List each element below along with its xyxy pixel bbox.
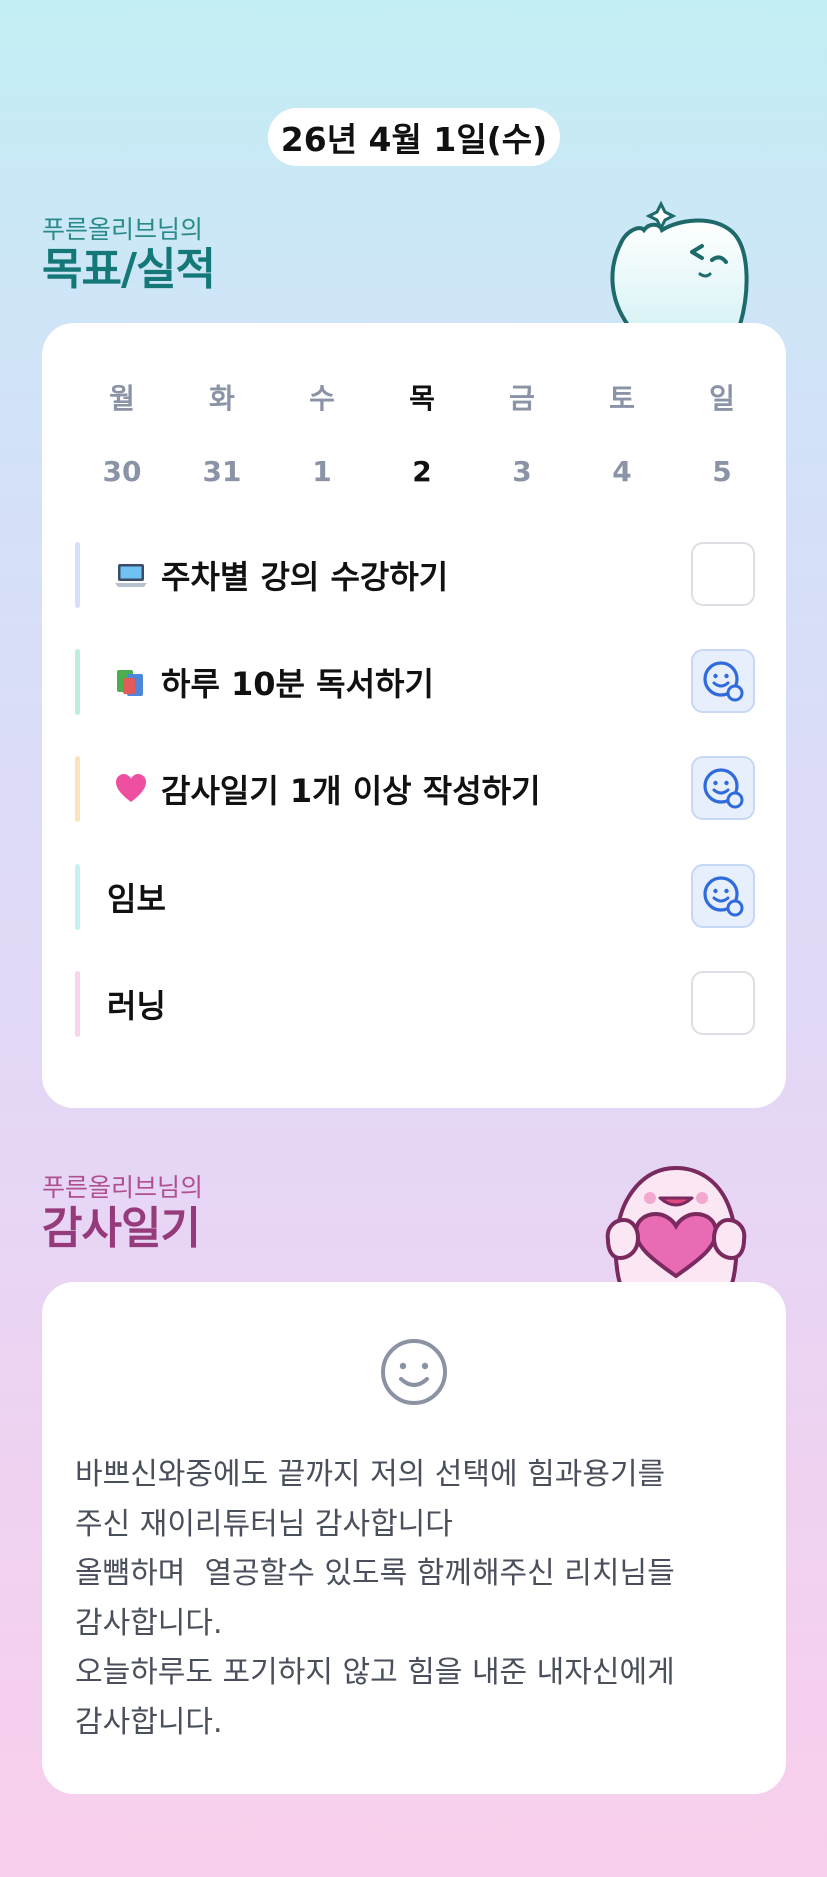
goal-label: 감사일기 1개 이상 작성하기 [161, 772, 541, 810]
smile-face-icon[interactable] [379, 1337, 449, 1407]
goal-color-bar [75, 756, 80, 822]
goal-checkbox[interactable] [691, 542, 755, 606]
diary-text: 바쁘신와중에도 끝까지 저의 선택에 힘과용기를 주신 재이리튜터님 감사합니다… [75, 1450, 765, 1747]
goal-label: 임보 [107, 880, 166, 918]
goal-item: 하루 10분 독서하기 [75, 649, 755, 715]
weekday-sat: 토 [609, 382, 635, 415]
date-cell[interactable]: 30 [86, 455, 158, 488]
weekday-mon: 월 [109, 382, 135, 415]
weekday-sun: 일 [709, 382, 735, 415]
diary-line: 오늘하루도 포기하지 않고 힘을 내준 내자신에게 [75, 1655, 675, 1690]
goal-color-bar [75, 971, 80, 1037]
goal-checkbox-checked[interactable] [691, 649, 755, 713]
diary-line: 감사합니다. [75, 1605, 223, 1641]
goals-card: 월 화 수 목 금 토 일 30 31 1 2 3 4 5 주차별 강의 수강하… [42, 323, 786, 1108]
date-cell[interactable]: 4 [586, 455, 658, 488]
goal-color-bar [75, 542, 80, 608]
goal-item: 감사일기 1개 이상 작성하기 [75, 756, 755, 822]
weekday-thu: 목 [409, 382, 435, 415]
mascot-heart-illustration [605, 1165, 747, 1284]
heart-icon [116, 774, 146, 802]
books-icon [117, 670, 143, 696]
weekday-wed: 수 [309, 382, 335, 415]
date-cell[interactable]: 3 [486, 455, 558, 488]
goal-checkbox-checked[interactable] [691, 864, 755, 928]
diary-line: 바쁘신와중에도 끝까지 저의 선택에 힘과용기를 [75, 1457, 666, 1492]
date-cell[interactable]: 31 [186, 455, 258, 488]
date-cell[interactable]: 1 [286, 455, 358, 488]
goal-label: 러닝 [107, 987, 166, 1025]
diary-line: 주신 재이리튜터님 감사합니다 [75, 1506, 453, 1542]
diary-title: 감사일기 [42, 1203, 201, 1254]
goal-color-bar [75, 864, 80, 930]
weekday-tue: 화 [209, 382, 235, 415]
goal-checkbox[interactable] [691, 971, 755, 1035]
diary-line: 감사합니다. [75, 1704, 223, 1740]
goal-item: 주차별 강의 수강하기 [75, 542, 755, 608]
weekday-fri: 금 [509, 382, 535, 415]
date-cell[interactable]: 5 [686, 455, 758, 488]
date-cell-today[interactable]: 2 [386, 455, 458, 488]
goal-item: 임보 [75, 864, 755, 930]
check-smile-icon [703, 661, 744, 702]
goal-color-bar [75, 649, 80, 715]
laptop-icon [115, 564, 147, 587]
week-calendar: 월 화 수 목 금 토 일 30 31 1 2 3 4 5 [86, 377, 758, 488]
diary-line: 올뻄하며 열공할수 있도록 함께해주신 리치님들 [75, 1556, 675, 1591]
goal-item: 러닝 [75, 971, 755, 1037]
check-smile-icon [703, 876, 744, 917]
goal-label: 하루 10분 독서하기 [161, 665, 434, 703]
diary-card: 바쁘신와중에도 끝까지 저의 선택에 힘과용기를 주신 재이리튜터님 감사합니다… [42, 1282, 786, 1794]
goal-checkbox-checked[interactable] [691, 756, 755, 820]
date-pill[interactable]: 26년 4월 1일(수) [268, 108, 560, 166]
mascot-sparkle-illustration [610, 200, 749, 325]
check-smile-icon [703, 768, 744, 809]
goal-label: 주차별 강의 수강하기 [161, 558, 449, 596]
goals-title: 목표/실적 [42, 244, 216, 295]
